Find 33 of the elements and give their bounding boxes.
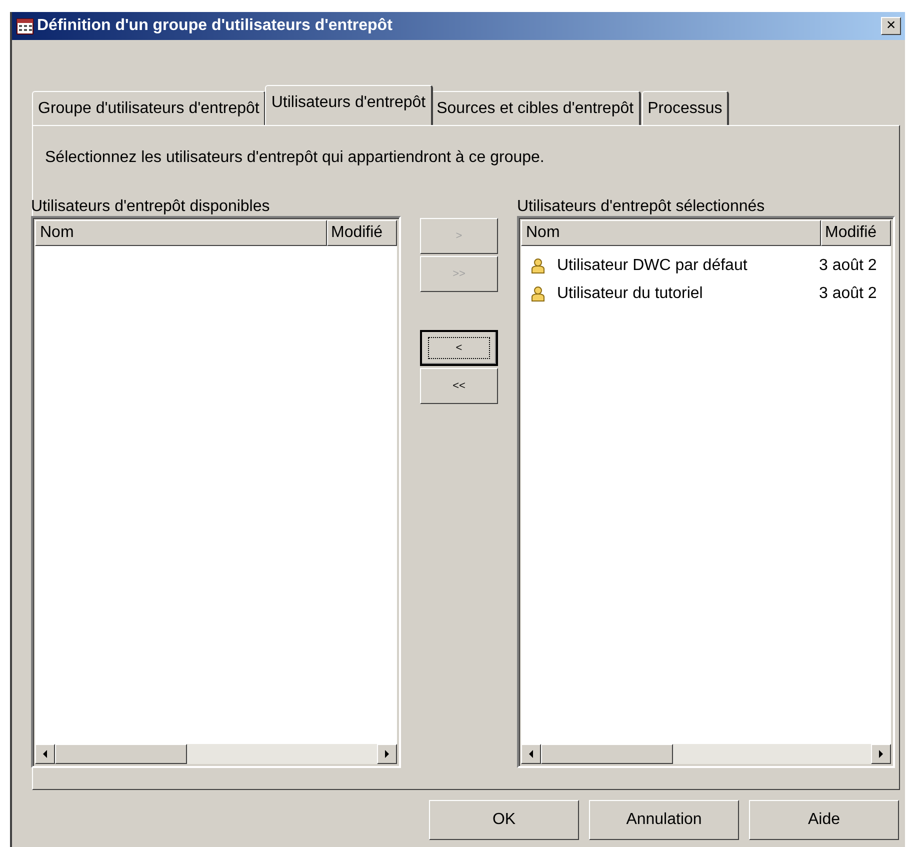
column-header[interactable]: Modifié [821,220,891,246]
scrollbar-thumb[interactable] [541,744,673,764]
dialog-button[interactable]: OK [429,800,579,840]
window-title: Définition d'un groupe d'utilisateurs d'entrepôt [37,17,394,35]
scroll-right-icon[interactable] [377,744,397,764]
list-label: Utilisateurs d'entrepôt sélectionnés [517,198,766,216]
instruction-text: Sélectionnez les utilisateurs d'entrepôt qui appartiendront à ce groupe. [44,148,546,168]
user-icon [531,258,545,274]
tab[interactable]: Groupe d'utilisateurs d'entrepôt [32,91,266,125]
scrollbar-thumb[interactable] [55,744,187,764]
move-button[interactable]: < [420,330,498,366]
dialog-button[interactable]: Aide [749,800,899,840]
tab[interactable]: Utilisateurs d'entrepôt [265,85,433,125]
column-header[interactable]: Modifié [327,220,397,246]
table-cell-text: 3 août 2 [819,285,878,303]
column-header[interactable]: Nom [35,220,327,246]
scroll-left-icon[interactable] [35,744,55,764]
horizontal-scrollbar[interactable] [521,744,891,764]
list-label: Utilisateurs d'entrepôt disponibles [31,198,271,216]
tab[interactable]: Processus [642,91,730,125]
horizontal-scrollbar[interactable] [35,744,397,764]
scroll-right-icon[interactable] [871,744,891,764]
close-button[interactable]: × [881,17,901,35]
table-cell-text: Utilisateur DWC par défaut [557,257,748,275]
column-header[interactable]: Nom [521,220,821,246]
calendar-icon [16,17,34,35]
table-cell-text: Utilisateur du tutoriel [557,285,704,303]
tab[interactable]: Sources et cibles d'entrepôt [430,91,641,125]
dialog-button[interactable]: Annulation [589,800,739,840]
user-icon [531,286,545,302]
scroll-left-icon[interactable] [521,744,541,764]
table-cell-text: 3 août 2 [819,257,878,275]
move-button[interactable]: << [420,368,498,404]
